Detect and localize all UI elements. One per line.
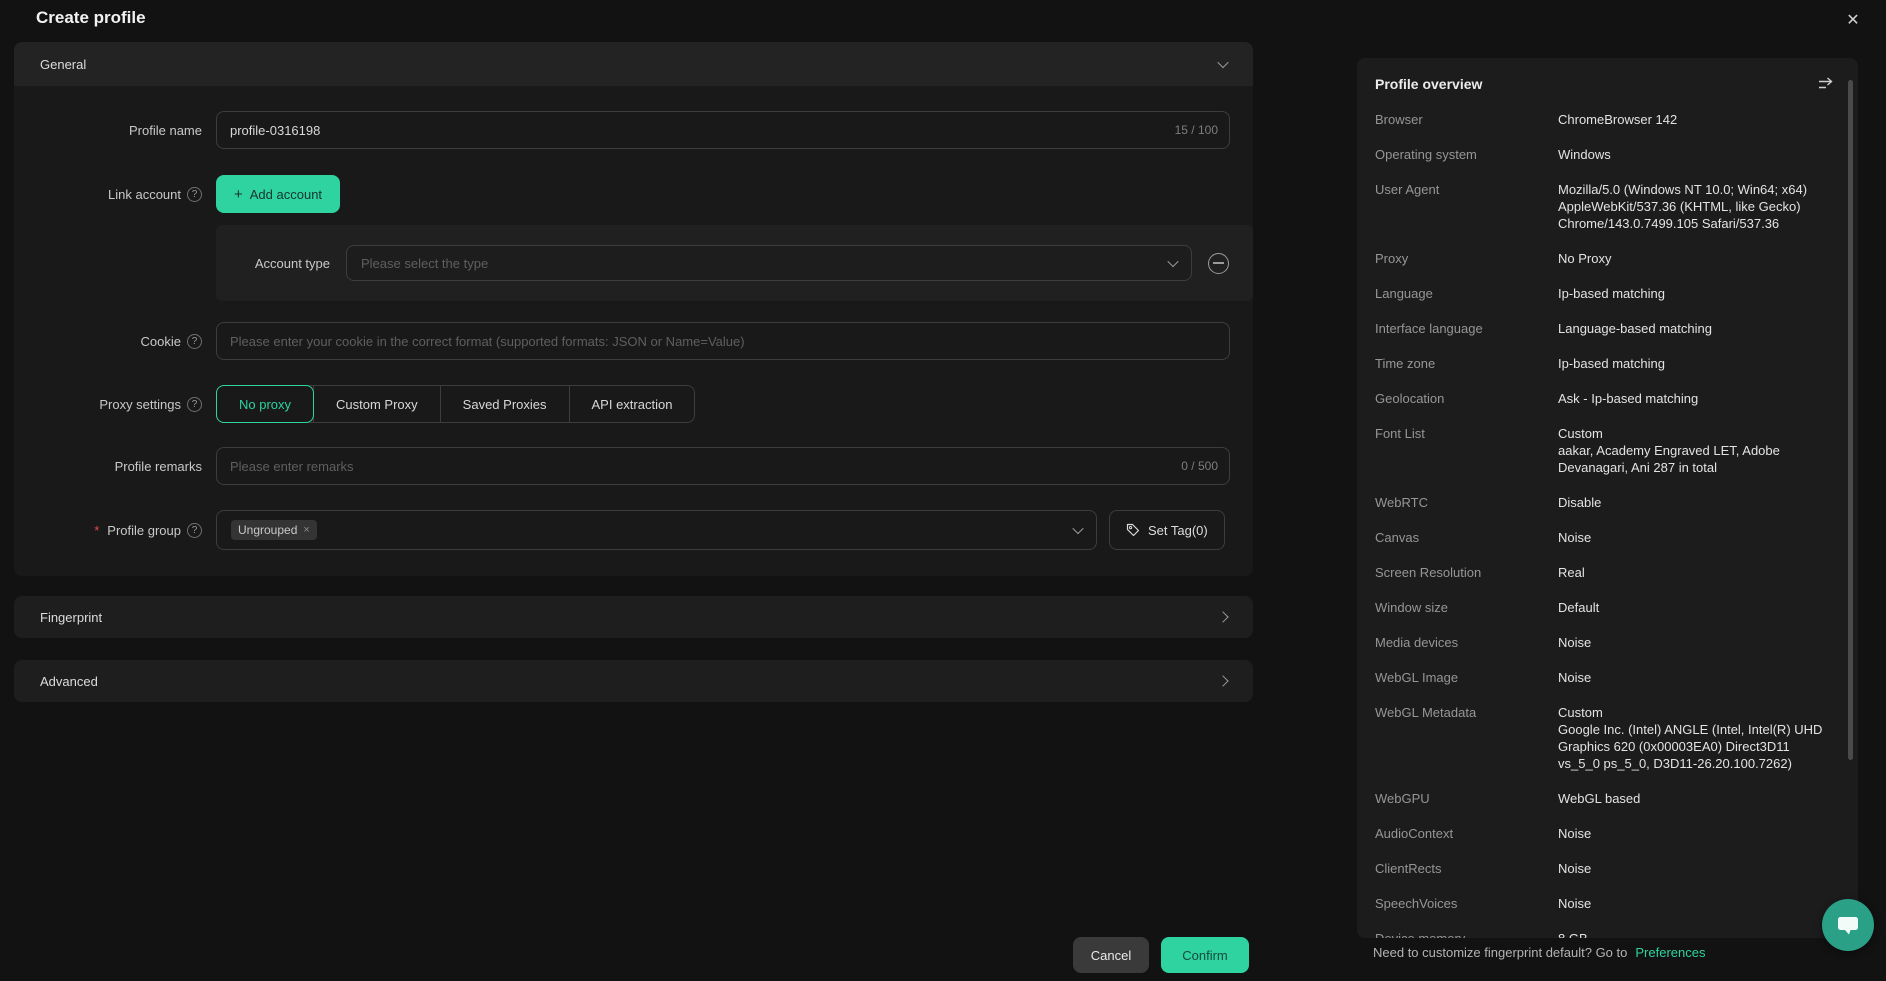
proxy-tab-api-extraction[interactable]: API extraction xyxy=(568,386,695,422)
section-fingerprint-label: Fingerprint xyxy=(40,609,103,625)
profile-remarks-counter: 0 / 500 xyxy=(1181,459,1218,473)
overview-row-operating-system: Operating system Windows xyxy=(1375,147,1611,162)
overview-row-proxy: Proxy No Proxy xyxy=(1375,251,1612,266)
cancel-button[interactable]: Cancel xyxy=(1073,937,1149,973)
profile-name-counter: 15 / 100 xyxy=(1174,123,1218,137)
profile-name-input[interactable] xyxy=(216,111,1230,149)
preferences-link[interactable]: Preferences xyxy=(1635,945,1705,960)
group-tag-chip: Ungrouped × xyxy=(231,520,317,540)
plus-icon: + xyxy=(234,185,243,203)
overview-row-geolocation: Geolocation Ask - Ip-based matching xyxy=(1375,391,1699,406)
profile-remarks-label: Profile remarks xyxy=(114,458,202,474)
section-general-header[interactable]: General xyxy=(14,42,1253,86)
chat-bubble-icon xyxy=(1838,917,1858,935)
help-icon[interactable]: ? xyxy=(187,396,202,412)
help-icon[interactable]: ? xyxy=(187,522,202,538)
collapse-panel-icon[interactable] xyxy=(1817,77,1834,91)
cookie-row: Cookie ? xyxy=(14,322,1230,360)
overview-row-speechvoices: SpeechVoices Noise xyxy=(1375,896,1592,911)
overview-row-audiocontext: AudioContext Noise xyxy=(1375,826,1592,841)
chevron-right-icon xyxy=(1217,611,1229,623)
add-account-button[interactable]: + Add account xyxy=(216,175,341,213)
section-advanced-label: Advanced xyxy=(40,673,98,689)
overview-row-webgpu: WebGPU WebGL based xyxy=(1375,791,1641,806)
overview-row-device-memory: Device memory8 GB xyxy=(1375,930,1834,938)
proxy-tabs: No proxy Custom Proxy Saved Proxies API … xyxy=(216,385,696,423)
overview-row-webgl-image: WebGL Image Noise xyxy=(1375,670,1592,685)
overview-row-user-agent: User Agent Mozilla/5.0 (Windows NT 10.0; … xyxy=(1375,182,1808,231)
create-profile-form: General Profile name 15 / 100 Link accou… xyxy=(14,42,1253,702)
cookie-label: Cookie ? xyxy=(14,333,216,349)
proxy-tab-no-proxy[interactable]: No proxy xyxy=(216,385,315,423)
profile-name-label: Profile name xyxy=(129,122,202,138)
link-account-label: Link account ? xyxy=(14,186,216,202)
profile-group-select[interactable]: Ungrouped × xyxy=(216,510,1097,550)
help-icon[interactable]: ? xyxy=(187,333,202,349)
link-account-row: Link account ? + Add account xyxy=(14,175,1230,213)
proxy-settings-row: Proxy settings ? No proxy Custom Proxy S… xyxy=(14,385,1230,423)
account-type-select[interactable]: Please select the type xyxy=(346,245,1192,281)
page-title: Create profile xyxy=(36,8,146,27)
required-asterisk: * xyxy=(94,522,100,538)
fingerprint-note: Need to customize fingerprint default? G… xyxy=(1373,945,1705,960)
proxy-tab-custom-proxy[interactable]: Custom Proxy xyxy=(313,386,440,422)
profile-name-row: Profile name 15 / 100 xyxy=(14,111,1230,149)
section-general-label: General xyxy=(40,56,87,72)
overview-row-time-zone: Time zone Ip-based matching xyxy=(1375,356,1665,371)
chat-widget-button[interactable] xyxy=(1822,899,1874,951)
account-type-panel: Account type Please select the type xyxy=(216,225,1253,301)
profile-overview-list: Browser ChromeBrowser 142 Operating syste… xyxy=(1375,111,1834,938)
fingerprint-note-text: Need to customize fingerprint default? G… xyxy=(1373,945,1628,960)
help-icon[interactable]: ? xyxy=(187,186,202,202)
proxy-tab-saved-proxies[interactable]: Saved Proxies xyxy=(439,386,569,422)
chevron-down-icon xyxy=(1072,522,1084,535)
chevron-down-icon xyxy=(1167,255,1179,268)
profile-overview-title: Profile overview xyxy=(1375,76,1483,92)
profile-remarks-row: Profile remarks 0 / 500 xyxy=(14,447,1230,485)
remove-account-icon[interactable] xyxy=(1208,252,1229,274)
set-tag-button[interactable]: Set Tag(0) xyxy=(1109,510,1225,550)
overview-row-media-devices: Media devices Noise xyxy=(1375,635,1592,650)
profile-remarks-input[interactable] xyxy=(216,447,1230,485)
overview-row-language: Language Ip-based matching xyxy=(1375,286,1665,301)
cookie-input[interactable] xyxy=(216,322,1230,360)
close-icon[interactable]: ✕ xyxy=(1840,7,1866,33)
overview-row-screen-resolution: Screen Resolution Real xyxy=(1375,565,1585,580)
chevron-down-icon xyxy=(1217,56,1229,69)
profile-group-row: * Profile group ? Ungrouped × Set Tag(0) xyxy=(14,510,1230,550)
profile-group-label: * Profile group ? xyxy=(14,522,216,538)
overview-row-interface-language: Interface language Language-based matchin… xyxy=(1375,321,1712,336)
section-advanced-header[interactable]: Advanced xyxy=(14,660,1253,702)
account-type-label: Account type xyxy=(254,255,330,271)
overview-row-canvas: Canvas Noise xyxy=(1375,530,1592,545)
overview-row-browser: Browser ChromeBrowser 142 xyxy=(1375,112,1678,127)
overview-row-font-list: Font List Custom aakar, Academy Engraved … xyxy=(1375,426,1780,475)
profile-overview-panel: Profile overview Browser ChromeBrowser 14… xyxy=(1357,58,1858,938)
overview-row-webrtc: WebRTC Disable xyxy=(1375,495,1602,510)
proxy-settings-label: Proxy settings ? xyxy=(14,396,216,412)
overview-row-window-size: Window size Default xyxy=(1375,600,1600,615)
overview-row-clientrects: ClientRects Noise xyxy=(1375,861,1592,876)
account-type-placeholder: Please select the type xyxy=(361,255,489,271)
tag-icon xyxy=(1126,523,1140,537)
overview-row-webgl-metadata: WebGL Metadata Custom Google Inc. (Intel)… xyxy=(1375,705,1823,771)
chevron-right-icon xyxy=(1217,675,1229,687)
section-general-body: Profile name 15 / 100 Link account ? + A… xyxy=(14,86,1253,576)
tag-remove-icon[interactable]: × xyxy=(303,524,309,536)
confirm-button[interactable]: Confirm xyxy=(1161,937,1249,973)
section-fingerprint-header[interactable]: Fingerprint xyxy=(14,596,1253,638)
overview-scrollbar[interactable] xyxy=(1848,80,1853,760)
